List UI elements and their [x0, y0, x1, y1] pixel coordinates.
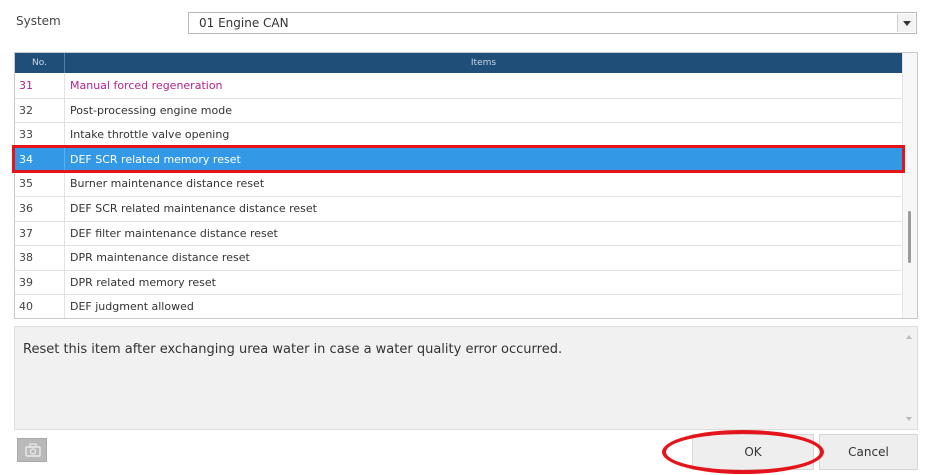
- table-scrollbar[interactable]: [902, 53, 917, 318]
- row-item: Manual forced regeneration: [70, 79, 223, 92]
- scrollbar-thumb[interactable]: [908, 211, 911, 263]
- scroll-up-icon[interactable]: [906, 335, 912, 339]
- row-number: 35: [15, 172, 65, 196]
- table-row[interactable]: 40 DEF judgment allowed: [15, 295, 902, 318]
- chevron-down-icon[interactable]: [897, 14, 915, 32]
- table-row[interactable]: 35 Burner maintenance distance reset: [15, 172, 902, 197]
- column-header-items[interactable]: Items: [65, 53, 902, 73]
- table-row[interactable]: 39 DPR related memory reset: [15, 270, 902, 296]
- system-select[interactable]: 01 Engine CAN: [188, 12, 917, 34]
- items-table: No. Items 31 Manual forced regeneration …: [14, 52, 918, 319]
- column-header-no[interactable]: No.: [15, 53, 65, 73]
- system-label: System: [16, 14, 61, 28]
- table-row[interactable]: 32 Post-processing engine mode: [15, 98, 902, 124]
- row-item: DEF SCR related maintenance distance res…: [70, 201, 317, 215]
- row-item: DEF judgment allowed: [70, 300, 194, 314]
- row-item: DEF SCR related memory reset: [70, 152, 241, 166]
- row-item: DPR related memory reset: [70, 275, 216, 289]
- row-number: 31: [15, 74, 65, 98]
- row-number: 39: [15, 270, 65, 295]
- table-row[interactable]: 36 DEF SCR related maintenance distance …: [15, 196, 902, 222]
- table-row[interactable]: 37 DEF filter maintenance distance reset: [15, 221, 902, 247]
- row-number: 38: [15, 246, 65, 270]
- row-item: DEF filter maintenance distance reset: [70, 226, 278, 240]
- camera-icon: [25, 443, 41, 457]
- camera-button[interactable]: [17, 438, 47, 462]
- row-item: DPR maintenance distance reset: [70, 251, 250, 265]
- table-row[interactable]: 33 Intake throttle valve opening: [15, 123, 902, 148]
- scroll-down-icon[interactable]: [906, 417, 912, 421]
- system-select-value: 01 Engine CAN: [199, 16, 289, 30]
- row-number: 37: [15, 221, 65, 246]
- row-number: 33: [15, 123, 65, 147]
- row-number: 34: [15, 147, 65, 172]
- row-number: 40: [15, 295, 65, 318]
- row-number: 32: [15, 98, 65, 123]
- table-row[interactable]: 38 DPR maintenance distance reset: [15, 246, 902, 271]
- table-body: 31 Manual forced regeneration 32 Post-pr…: [15, 74, 902, 318]
- row-number: 36: [15, 196, 65, 221]
- description-text: Reset this item after exchanging urea wa…: [23, 342, 563, 357]
- cancel-button[interactable]: Cancel: [819, 434, 918, 470]
- table-row[interactable]: 31 Manual forced regeneration: [15, 74, 902, 99]
- table-row-selected[interactable]: 34 DEF SCR related memory reset: [15, 147, 902, 173]
- row-item: Intake throttle valve opening: [70, 128, 230, 142]
- table-header: No. Items: [15, 53, 902, 73]
- ok-button[interactable]: OK: [692, 434, 814, 470]
- row-item: Burner maintenance distance reset: [70, 177, 265, 191]
- row-item: Post-processing engine mode: [70, 103, 232, 117]
- description-panel: Reset this item after exchanging urea wa…: [14, 326, 918, 430]
